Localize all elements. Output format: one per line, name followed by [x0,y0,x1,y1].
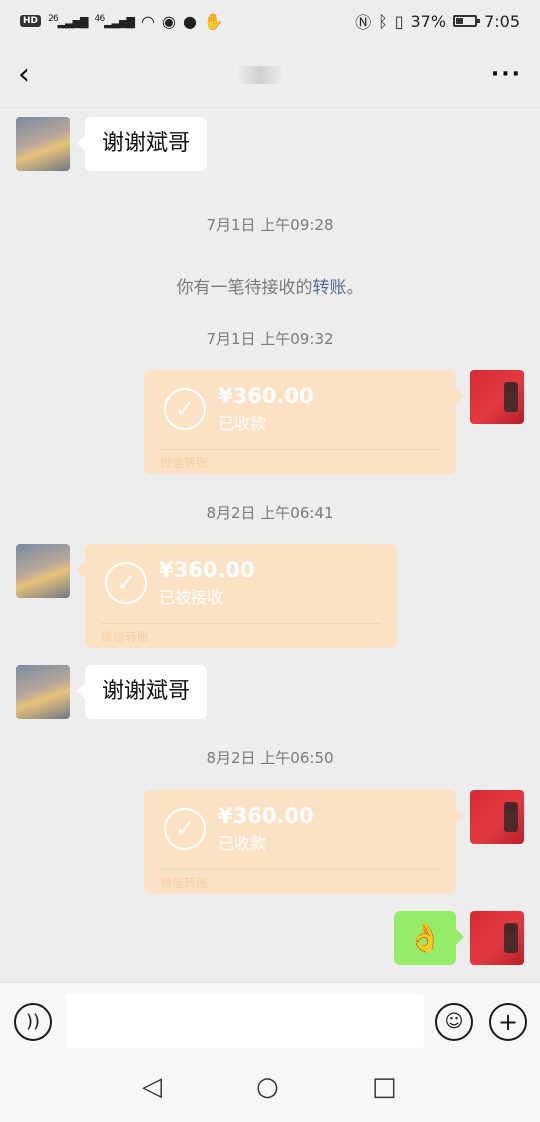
message-input[interactable] [66,994,424,1048]
battery-icon [453,15,481,27]
my-avatar[interactable] [470,911,524,965]
status-bar: HD 26▂▃▅▇ 46▂▃▅▇ ◠ ◉ ● ✋ Ⓝ ᛒ ▯ 37% 7:05 [0,0,540,42]
signal-label-2: 46 [94,13,106,25]
transfer-amount: ¥360.00 [218,804,314,828]
transfer-status: 已被接收 [159,588,224,607]
hand-icon: ✋ [203,11,224,31]
check-icon: ✓ [105,562,147,604]
sent-emoji-message[interactable]: 👌 [394,911,464,965]
transfer-card[interactable]: ✓ ¥360.00 已收款 微信转账 [144,790,464,894]
received-message[interactable]: 谢谢斌哥 [76,117,208,171]
clock: 7:05 [484,11,520,31]
system-nav-bar: ◁ ○ □ [0,1058,540,1122]
my-avatar[interactable] [470,790,524,844]
timestamp: 8月2日 上午06:41 [206,504,334,522]
transfer-status: 已收款 [218,834,267,853]
back-arrow-icon[interactable]: ‹ [18,59,30,90]
transfer-card[interactable]: ✓ ¥360.00 已收款 微信转账 [144,370,464,474]
timestamp: 7月1日 上午09:32 [206,330,334,348]
hd-badge: HD [20,15,42,27]
plus-icon[interactable]: + [489,1003,527,1041]
nav-back-icon[interactable]: ◁ [142,1074,162,1100]
signal-icon: 26▂▃▅▇ [48,13,88,29]
transfer-amount: ¥360.00 [159,558,255,582]
emoji-icon[interactable]: ☺ [435,1003,473,1041]
system-message-end: 。 [346,278,364,298]
wifi-icon: ◠ [141,11,155,31]
transfer-footer: 微信转账 [101,630,150,644]
battery-fill [456,18,464,24]
chat-list[interactable]: 谢谢斌哥 7月1日 上午09:28 你有一笔待接收的转账。 7月1日 上午09:… [0,108,540,982]
eye-icon: ◉ [161,11,176,31]
timestamp: 8月2日 上午06:50 [206,749,334,767]
my-avatar[interactable] [470,370,524,424]
bluetooth-icon: ᛒ [378,11,388,31]
transfer-divider [160,449,440,450]
transfer-footer: 微信转账 [160,876,209,890]
battery-percent: 37% [410,11,447,31]
friend-avatar[interactable] [16,544,70,598]
check-icon: ✓ [164,388,206,430]
transfer-divider [101,623,381,624]
nav-home-icon[interactable]: ○ [256,1074,279,1100]
system-message: 你有一笔待接收的转账。 [0,273,540,298]
check-icon: ✓ [164,808,206,850]
transfer-amount: ¥360.00 [218,384,314,408]
signal-label: 26 [48,13,59,25]
signal-icon-2: 46▂▃▅▇ [94,13,135,29]
system-message-text: 你有一笔待接收的 [176,278,313,298]
transfer-link[interactable]: 转账 [313,278,347,298]
transfer-card[interactable]: ✓ ¥360.00 已被接收 微信转账 [77,544,397,648]
received-message[interactable]: 谢谢斌哥 [76,665,208,719]
contact-name [235,65,286,84]
nav-recent-icon[interactable]: □ [372,1074,397,1100]
input-bar: )) ☺ + [0,982,540,1058]
transfer-footer: 微信转账 [160,456,209,470]
friend-avatar[interactable] [16,665,70,719]
vibrate-icon: ▯ [394,11,404,31]
nfc-icon: Ⓝ [355,13,372,32]
friend-avatar[interactable] [16,117,70,171]
message-icon: ● [182,11,197,31]
voice-icon[interactable]: )) [14,1003,52,1041]
transfer-status: 已收款 [218,414,267,433]
timestamp: 7月1日 上午09:28 [206,216,334,234]
chat-header: ‹ ··· [0,42,540,108]
transfer-divider [160,869,440,870]
more-icon[interactable]: ··· [491,62,522,87]
